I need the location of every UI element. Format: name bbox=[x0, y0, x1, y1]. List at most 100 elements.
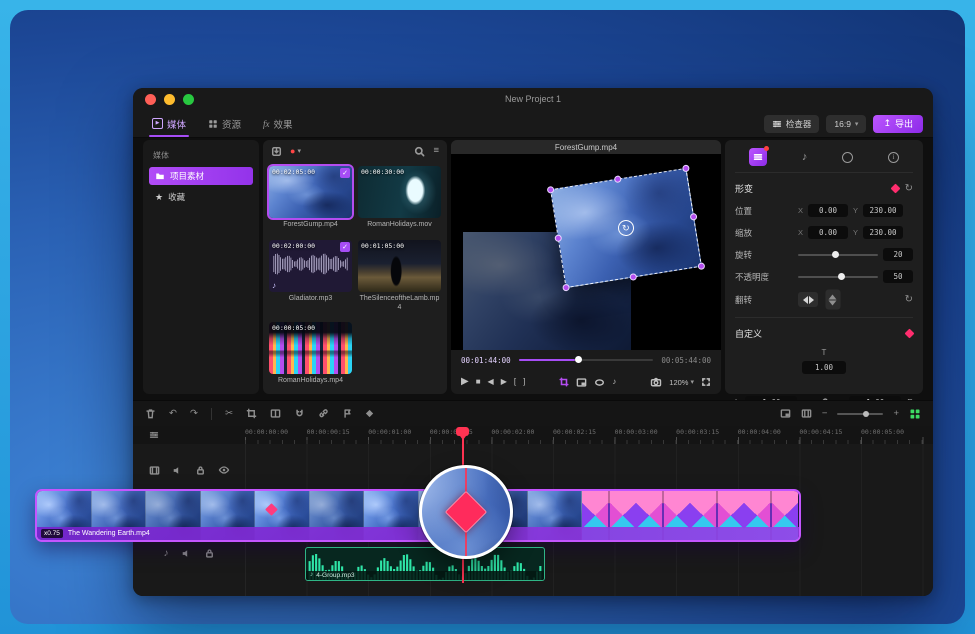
magnet-icon[interactable] bbox=[294, 408, 305, 419]
list-item[interactable]: 00:01:05:00 TheSilenceoftheLamb.mp4 bbox=[358, 240, 441, 313]
music-note-icon[interactable]: ♪ bbox=[164, 548, 169, 559]
list-view-icon[interactable]: ≡ bbox=[433, 146, 439, 156]
zoom-out-icon[interactable]: − bbox=[822, 409, 828, 419]
top-value-field[interactable]: 1.00 bbox=[802, 361, 846, 374]
checkbox[interactable]: ✓ bbox=[340, 242, 350, 252]
undo-icon[interactable]: ↶ bbox=[169, 409, 177, 419]
checkbox[interactable]: ✓ bbox=[340, 168, 350, 178]
export-button[interactable]: ↥ 导出 bbox=[873, 115, 923, 133]
thumbnail[interactable]: 00:02:00:00 ✓ ♪ bbox=[269, 240, 352, 292]
transform-handle[interactable] bbox=[697, 262, 705, 270]
stop-button[interactable]: ■ bbox=[476, 378, 481, 386]
crop-icon[interactable] bbox=[559, 377, 569, 387]
list-item[interactable]: 00:02:05:00 ✓ ForestGump.mp4 bbox=[269, 166, 352, 230]
link-icon[interactable] bbox=[318, 408, 329, 419]
thumbnail[interactable]: 00:01:05:00 bbox=[358, 240, 441, 292]
list-item[interactable]: 00:00:05:00 RomanHolidays.mp4 bbox=[269, 322, 352, 386]
opacity-slider[interactable] bbox=[798, 276, 878, 278]
list-item[interactable]: 00:00:30:00 RomanHolidays.mov bbox=[358, 166, 441, 230]
tab-info[interactable]: i bbox=[888, 152, 899, 163]
transform-handle[interactable] bbox=[554, 234, 562, 242]
keyframe-toggle-icon[interactable] bbox=[890, 184, 900, 194]
transform-handle[interactable] bbox=[614, 175, 622, 183]
fullscreen-icon[interactable] bbox=[701, 377, 711, 387]
manage-tracks-icon[interactable] bbox=[149, 430, 159, 440]
next-frame-button[interactable]: ▶ bbox=[501, 378, 507, 386]
import-icon[interactable] bbox=[271, 146, 282, 157]
audio-icon[interactable]: ♪ bbox=[612, 378, 616, 386]
thumbnail[interactable]: 00:02:05:00 ✓ bbox=[269, 166, 352, 218]
reset-icon[interactable]: ↻ bbox=[905, 295, 913, 305]
flip-vertical-button[interactable] bbox=[826, 290, 841, 310]
scale-y-field[interactable]: 230.00 bbox=[863, 226, 903, 239]
keyframe-tool-icon[interactable]: ◆ bbox=[366, 409, 373, 419]
tab-color-settings[interactable] bbox=[842, 152, 853, 163]
timeline-zoom-slider[interactable] bbox=[837, 413, 883, 415]
tab-effects[interactable]: fx 效果 bbox=[254, 110, 302, 137]
transform-handle[interactable] bbox=[547, 186, 555, 194]
thumbnail[interactable]: 00:00:30:00 bbox=[358, 166, 441, 218]
eye-icon[interactable] bbox=[218, 464, 230, 476]
list-item[interactable]: 00:02:00:00 ✓ ♪ Gladiator.mp3 bbox=[269, 240, 352, 313]
transform-selection[interactable]: ↻ bbox=[550, 168, 702, 288]
keyframe-toggle-icon[interactable] bbox=[905, 329, 915, 339]
position-x-field[interactable]: 0.00 bbox=[808, 204, 848, 217]
rotate-slider[interactable] bbox=[798, 254, 878, 256]
transform-handle[interactable] bbox=[629, 273, 637, 281]
seek-handle[interactable] bbox=[575, 356, 582, 363]
mark-out-button[interactable]: ] bbox=[523, 378, 525, 386]
trash-icon[interactable] bbox=[145, 408, 156, 419]
snapshot-camera-icon[interactable] bbox=[650, 376, 662, 388]
opacity-value-field[interactable]: 50 bbox=[883, 270, 913, 283]
transform-handle[interactable] bbox=[690, 213, 698, 221]
timeline-ruler[interactable]: 00:00:00:00 00:00:00:15 00:00:01:00 00:0… bbox=[133, 426, 933, 444]
inspector-toggle-button[interactable]: 检查器 bbox=[764, 115, 820, 133]
redo-icon[interactable]: ↷ bbox=[190, 409, 198, 419]
play-button[interactable]: ▶ bbox=[461, 377, 469, 387]
keyframe-diamond[interactable] bbox=[445, 491, 487, 533]
slider-handle[interactable] bbox=[863, 411, 869, 417]
zoom-in-icon[interactable]: + bbox=[893, 409, 899, 419]
tab-audio-settings[interactable]: ♪ bbox=[802, 151, 808, 163]
storyboard-grid-icon[interactable] bbox=[909, 408, 921, 420]
search-icon[interactable] bbox=[414, 146, 425, 157]
preview-zoom-select[interactable]: 120% ▾ bbox=[669, 378, 694, 387]
pip-icon[interactable] bbox=[576, 377, 587, 388]
flip-horizontal-button[interactable] bbox=[798, 292, 818, 307]
speaker-icon[interactable] bbox=[181, 548, 192, 559]
mark-in-button[interactable]: [ bbox=[514, 378, 516, 386]
timeline-video-clip[interactable]: x0.75 The Wandering Earth.mp4 bbox=[35, 489, 801, 542]
lock-icon[interactable] bbox=[204, 548, 215, 559]
timeline-audio-clip[interactable]: ♪ 4-Group.mp3 bbox=[305, 547, 545, 581]
slider-handle[interactable] bbox=[838, 273, 845, 280]
record-button[interactable]: ● ▾ bbox=[290, 147, 301, 156]
marker-flag-icon[interactable] bbox=[342, 408, 353, 419]
lock-icon[interactable] bbox=[195, 465, 206, 476]
preview-viewport[interactable]: ↻ bbox=[451, 154, 721, 350]
rotate-gizmo[interactable]: ↻ bbox=[617, 219, 635, 237]
slider-handle[interactable] bbox=[832, 251, 839, 258]
mask-icon[interactable] bbox=[594, 377, 605, 388]
split-scissors-icon[interactable]: ✂ bbox=[225, 409, 233, 419]
previous-frame-button[interactable]: ◀ bbox=[488, 378, 494, 386]
playhead-handle[interactable] bbox=[456, 427, 469, 436]
thumbnail[interactable]: 00:00:05:00 bbox=[269, 322, 352, 374]
mixer-icon[interactable] bbox=[801, 408, 812, 419]
scale-x-field[interactable]: 0.00 bbox=[808, 226, 848, 239]
reset-icon[interactable]: ↻ bbox=[905, 184, 913, 194]
aspect-ratio-select[interactable]: 16:9 ▾ bbox=[826, 115, 866, 133]
position-y-field[interactable]: 230.00 bbox=[863, 204, 903, 217]
speaker-icon[interactable] bbox=[172, 465, 183, 476]
crop-icon[interactable] bbox=[246, 408, 257, 419]
transform-handle[interactable] bbox=[682, 164, 690, 172]
tab-resources[interactable]: 资源 bbox=[199, 110, 250, 137]
tab-video-settings[interactable] bbox=[749, 148, 767, 166]
tab-media[interactable]: ▶ 媒体 bbox=[143, 110, 195, 137]
pip-icon[interactable] bbox=[780, 408, 791, 419]
rotate-value-field[interactable]: 20 bbox=[883, 248, 913, 261]
split-screen-icon[interactable] bbox=[270, 408, 281, 419]
sidebar-item-favorites[interactable]: ★ 收藏 bbox=[149, 188, 253, 206]
sidebar-item-project-media[interactable]: 项目素材 bbox=[149, 167, 253, 185]
seek-bar[interactable] bbox=[519, 359, 654, 362]
film-track-icon[interactable] bbox=[149, 465, 160, 476]
